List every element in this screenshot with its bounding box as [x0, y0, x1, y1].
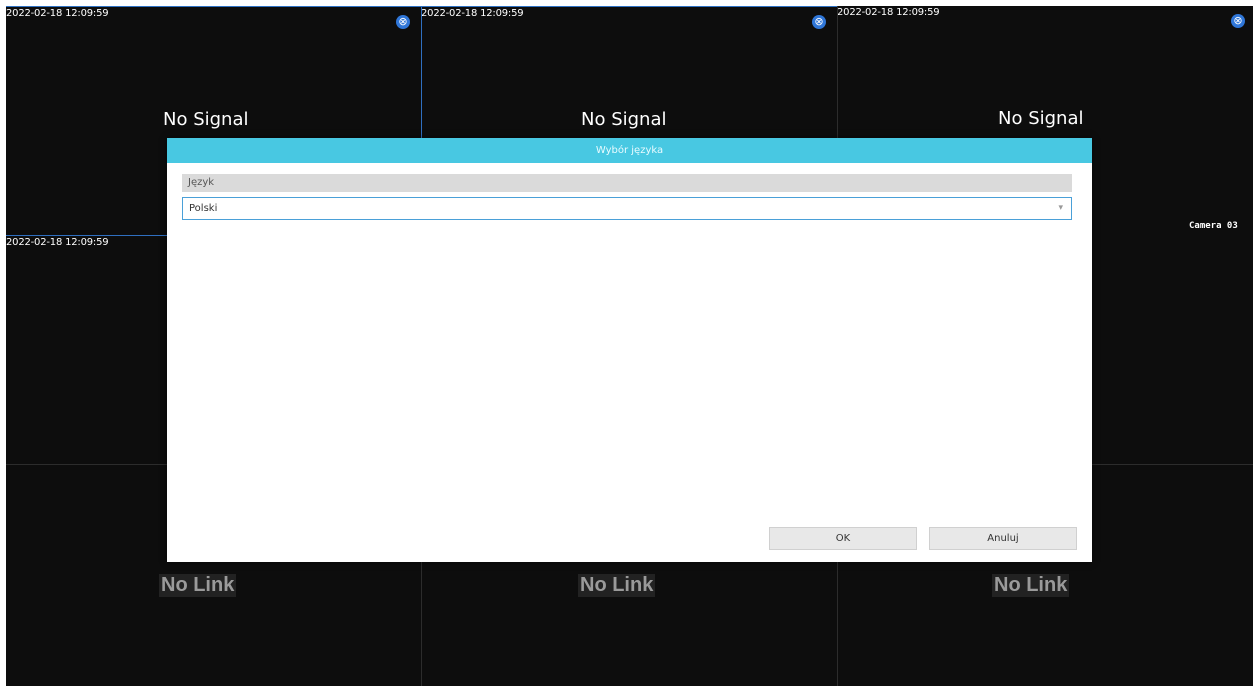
tile-timestamp: 2022-02-18 12:09:59: [6, 8, 109, 19]
dialog-title: Wybór języka: [167, 138, 1092, 163]
language-select-value: Polski: [189, 203, 218, 214]
chevron-down-icon[interactable]: ▾: [1058, 198, 1063, 219]
cancel-button[interactable]: Anuluj: [929, 527, 1077, 550]
tile-timestamp: 2022-02-18 12:09:59: [837, 7, 940, 18]
no-signal-label: No Signal: [998, 108, 1084, 129]
no-signal-label: No Signal: [163, 109, 249, 130]
no-signal-label: No Signal: [581, 109, 667, 130]
language-label: Język: [182, 174, 1072, 192]
language-dialog: Wybór języka Język Polski ▾ OK Anuluj: [167, 138, 1092, 562]
no-link-label: No Link: [159, 574, 237, 597]
no-link-label: No Link: [578, 574, 656, 597]
no-link-label: No Link: [992, 574, 1070, 597]
camera-name-label: Camera 03: [1189, 221, 1238, 231]
camera-link-icon[interactable]: ⊗: [1231, 14, 1245, 28]
grid-divider: [6, 235, 166, 236]
ok-button[interactable]: OK: [769, 527, 917, 550]
language-select[interactable]: Polski ▾: [182, 197, 1072, 220]
camera-link-icon[interactable]: ⊗: [396, 15, 410, 29]
tile-timestamp: 2022-02-18 12:09:59: [421, 8, 524, 19]
tile-timestamp: 2022-02-18 12:09:59: [6, 237, 109, 248]
camera-link-icon[interactable]: ⊗: [812, 15, 826, 29]
